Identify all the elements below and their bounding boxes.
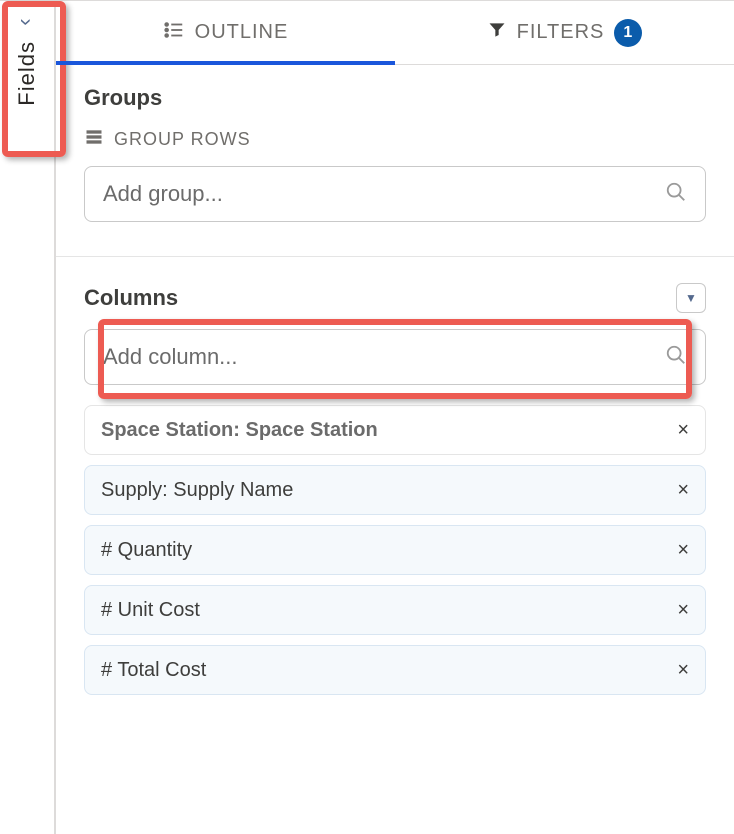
remove-column-icon[interactable]: ×: [677, 539, 689, 562]
filter-icon: [487, 20, 507, 46]
add-group-search[interactable]: [84, 166, 706, 222]
tab-outline-label: OUTLINE: [195, 21, 289, 44]
remove-column-icon[interactable]: ×: [677, 659, 689, 682]
list-icon: [163, 19, 185, 47]
tab-outline[interactable]: OUTLINE: [56, 1, 395, 64]
search-icon: [665, 344, 687, 371]
columns-header: Columns ▼: [56, 283, 734, 313]
column-pill-label: # Total Cost: [101, 659, 206, 682]
column-pill[interactable]: # Quantity ×: [84, 525, 706, 575]
rows-icon: [84, 127, 104, 152]
groups-section: Groups GROUP ROWS: [56, 65, 734, 232]
column-pill-label: # Unit Cost: [101, 599, 200, 622]
fields-sidebar-label: Fields: [14, 41, 40, 106]
columns-title: Columns: [84, 285, 178, 311]
column-pill[interactable]: # Total Cost ×: [84, 645, 706, 695]
chevron-right-icon: ›: [16, 18, 38, 25]
remove-column-icon[interactable]: ×: [677, 479, 689, 502]
tab-filters[interactable]: FILTERS 1: [395, 1, 734, 64]
column-pill-label: Supply: Supply Name: [101, 479, 293, 502]
column-pills-list: Space Station: Space Station×Supply: Sup…: [84, 405, 706, 695]
column-pill[interactable]: Space Station: Space Station ×: [84, 405, 706, 455]
column-pill[interactable]: Supply: Supply Name ×: [84, 465, 706, 515]
caret-down-icon: ▼: [685, 291, 697, 305]
column-pill[interactable]: # Unit Cost ×: [84, 585, 706, 635]
search-icon: [665, 181, 687, 208]
columns-section: Space Station: Space Station×Supply: Sup…: [56, 329, 734, 705]
groups-title: Groups: [84, 85, 706, 111]
tab-filters-label: FILTERS: [517, 21, 605, 44]
section-divider: [56, 256, 734, 257]
add-column-input[interactable]: [103, 344, 665, 370]
filters-count-badge: 1: [614, 19, 642, 47]
columns-dropdown-button[interactable]: ▼: [676, 283, 706, 313]
add-column-search[interactable]: [84, 329, 706, 385]
column-pill-label: # Quantity: [101, 539, 192, 562]
fields-sidebar-tab[interactable]: › Fields: [0, 1, 56, 834]
group-rows-label: GROUP ROWS: [114, 129, 251, 150]
panel-tabs: OUTLINE FILTERS 1: [56, 1, 734, 65]
remove-column-icon[interactable]: ×: [677, 599, 689, 622]
group-rows-subheader: GROUP ROWS: [84, 127, 706, 152]
add-group-input[interactable]: [103, 181, 665, 207]
column-pill-label: Space Station: Space Station: [101, 419, 378, 442]
remove-column-icon[interactable]: ×: [677, 419, 689, 442]
